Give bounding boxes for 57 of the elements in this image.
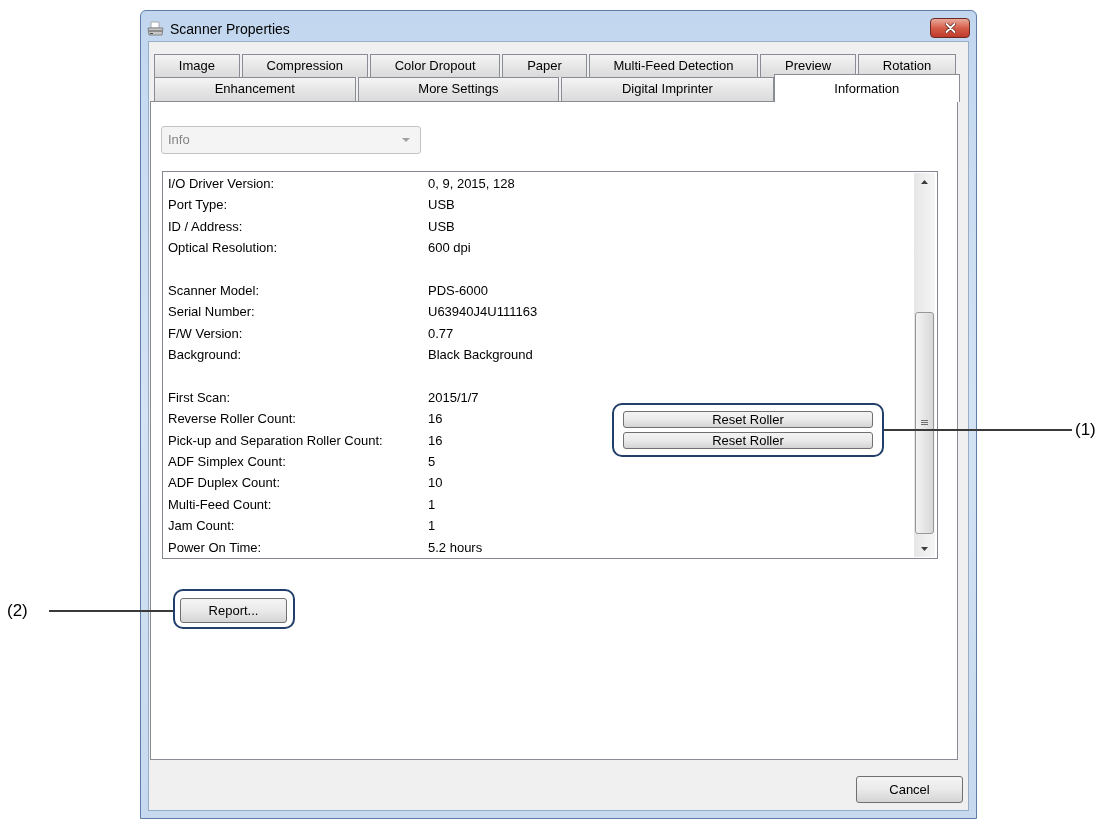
scrollbar-thumb[interactable] <box>915 312 934 534</box>
tab[interactable]: Information <box>773 74 960 102</box>
info-value: 0, 9, 2015, 128 <box>428 175 516 193</box>
scroll-down-arrow-icon <box>921 546 928 551</box>
info-value: 0.77 <box>428 324 455 343</box>
info-label: ADF Simplex Count: <box>168 453 287 472</box>
tab[interactable]: Enhancement <box>154 77 356 101</box>
tab[interactable]: Paper <box>502 54 587 77</box>
cancel-button[interactable]: Cancel <box>856 776 963 803</box>
grip-icon <box>921 420 928 426</box>
info-label: Serial Number: <box>168 303 256 322</box>
info-value: 10 <box>428 474 444 493</box>
info-value: 600 dpi <box>428 239 472 258</box>
info-label: Reverse Roller Count: <box>168 410 297 429</box>
info-value: 1 <box>428 495 437 514</box>
info-value: 2015/1/7 <box>428 388 480 407</box>
info-value: USB <box>428 217 456 236</box>
reset-button[interactable]: Reset Roller <box>623 431 873 449</box>
info-value: PDS-6000 <box>428 281 489 300</box>
info-label: Multi-Feed Count: <box>168 495 273 514</box>
info-value: 16 <box>428 410 444 429</box>
info-label: I/O Driver Version: <box>168 175 276 193</box>
info-label: F/W Version: <box>168 324 244 343</box>
info-value: 5 <box>428 453 437 472</box>
info-label: Jam Count: <box>168 517 236 536</box>
tab[interactable]: Digital Imprinter <box>561 77 774 101</box>
printer-icon <box>147 21 164 37</box>
info-value: Black Background <box>428 346 534 365</box>
close-button[interactable] <box>930 18 970 38</box>
info-value: USB <box>428 196 456 215</box>
dropdown-arrow-icon <box>402 138 410 142</box>
info-value: 5.2 hours <box>428 538 484 557</box>
info-label: Pick-up and Separation Roller Count: <box>168 431 384 450</box>
info-label: First Scan: <box>168 388 232 407</box>
tab[interactable]: Multi-Feed Detection <box>588 54 759 77</box>
info-value: 1 <box>428 517 437 536</box>
scroll-up-arrow-icon <box>921 179 928 184</box>
reset-button[interactable]: Reset Roller <box>623 410 873 428</box>
info-label: ADF Duplex Count: <box>168 474 281 493</box>
info-value: 16 <box>428 431 444 450</box>
scrollbar[interactable] <box>914 173 935 557</box>
info-label: ID / Address: <box>168 217 244 236</box>
callout-label: (2) <box>7 601 28 621</box>
tab[interactable]: Color Dropout <box>369 54 501 77</box>
report-button[interactable]: Report... <box>180 598 287 623</box>
info-label: Power On Time: <box>168 538 263 557</box>
tab[interactable]: More Settings <box>357 77 560 101</box>
info-label: Scanner Model: <box>168 281 261 300</box>
tab[interactable]: Image <box>154 54 240 77</box>
close-icon <box>944 23 956 33</box>
info-label: Port Type: <box>168 196 228 215</box>
tab[interactable]: Compression <box>241 54 368 77</box>
callout-label: (1) <box>1075 419 1096 440</box>
info-label: Background: <box>168 346 242 365</box>
info-value: U63940J4U111163 <box>428 303 539 322</box>
window-title: Scanner Properties <box>170 19 290 39</box>
info-label: Optical Resolution: <box>168 239 279 258</box>
